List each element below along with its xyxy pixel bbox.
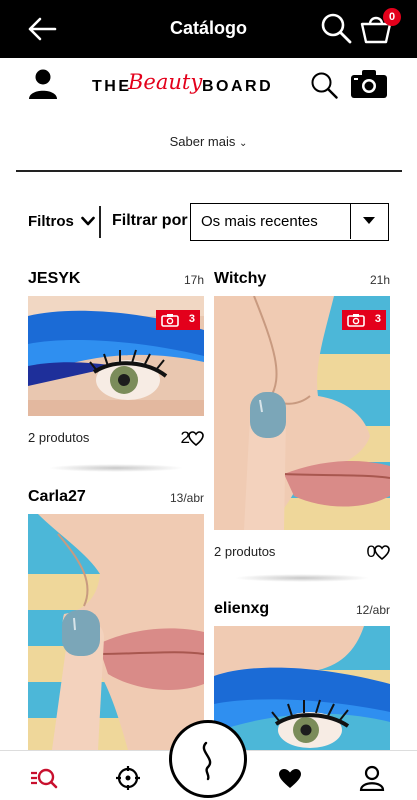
filters-toggle[interactable]: Filtros <box>28 213 95 230</box>
cart-count-badge: 0 <box>383 8 401 26</box>
filter-separator <box>99 206 101 238</box>
photo-count-badge: 3 <box>156 310 200 330</box>
look-photo[interactable] <box>214 626 390 750</box>
page-title: Catálogo <box>169 18 247 38</box>
card-time: 13/abr <box>169 491 204 505</box>
heart-icon[interactable] <box>276 765 304 791</box>
chevron-down-icon <box>81 216 95 226</box>
card-shadow <box>48 464 184 472</box>
catalog-search-icon[interactable] <box>30 765 58 791</box>
card-time: 12/abr <box>355 603 390 617</box>
card-username[interactable]: Carla27 <box>28 488 86 506</box>
caret-down-icon[interactable] <box>350 204 388 239</box>
camera-icon <box>161 314 179 327</box>
look-card[interactable]: JESYK 17h 3 2 produtos 2 <box>28 270 204 472</box>
look-card[interactable]: Witchy 21h 3 2 produtos 0 <box>214 270 390 582</box>
product-count[interactable]: 2 produtos <box>214 544 275 559</box>
photo-count: 3 <box>374 313 381 325</box>
logo-beauty: Beauty <box>128 70 203 94</box>
card-username[interactable]: JESYK <box>28 270 80 288</box>
look-card[interactable]: Carla27 13/abr <box>28 488 204 750</box>
brand-bar: THE Beauty BOARD <box>0 58 417 114</box>
card-shadow <box>234 574 370 582</box>
sort-select[interactable]: Os mais recentes <box>190 203 389 241</box>
user-icon[interactable] <box>28 68 58 100</box>
look-card[interactable]: elienxg 12/abr <box>214 600 390 750</box>
heart-outline-icon[interactable] <box>374 545 390 560</box>
search-icon[interactable] <box>310 71 338 99</box>
camera-icon <box>347 314 365 327</box>
camera-icon[interactable] <box>350 69 388 99</box>
filters-label: Filtros <box>28 213 74 230</box>
card-username[interactable]: elienxg <box>214 600 269 618</box>
photo-count: 3 <box>188 313 195 325</box>
divider <box>16 170 402 172</box>
heart-outline-icon[interactable] <box>188 431 204 446</box>
look-photo[interactable] <box>28 514 204 750</box>
app-bar: Catálogo 0 <box>0 0 417 58</box>
card-username[interactable]: Witchy <box>214 270 266 288</box>
card-time: 17h <box>183 273 204 287</box>
chevron-down-icon: ⌄ <box>238 138 248 149</box>
saber-mais-label: Saber mais <box>169 134 236 149</box>
beauty-board-logo[interactable]: THE Beauty BOARD <box>92 70 288 102</box>
look-photo[interactable]: 3 <box>28 296 204 416</box>
logo-the: THE <box>92 78 132 95</box>
user-icon[interactable] <box>358 765 386 791</box>
saber-mais-link[interactable]: Saber mais ⌄ <box>0 134 417 149</box>
sort-select-value: Os mais recentes <box>201 213 318 230</box>
sephora-s-button[interactable] <box>169 720 247 798</box>
target-icon[interactable] <box>114 765 142 791</box>
photo-count-badge: 3 <box>342 310 386 330</box>
look-photo[interactable]: 3 <box>214 296 390 530</box>
logo-board: BOARD <box>202 78 274 95</box>
card-time: 21h <box>369 273 390 287</box>
product-count[interactable]: 2 produtos <box>28 430 89 445</box>
search-icon[interactable] <box>320 12 352 44</box>
sephora-s-icon <box>202 741 212 781</box>
filter-by-label: Filtrar por <box>112 212 188 229</box>
